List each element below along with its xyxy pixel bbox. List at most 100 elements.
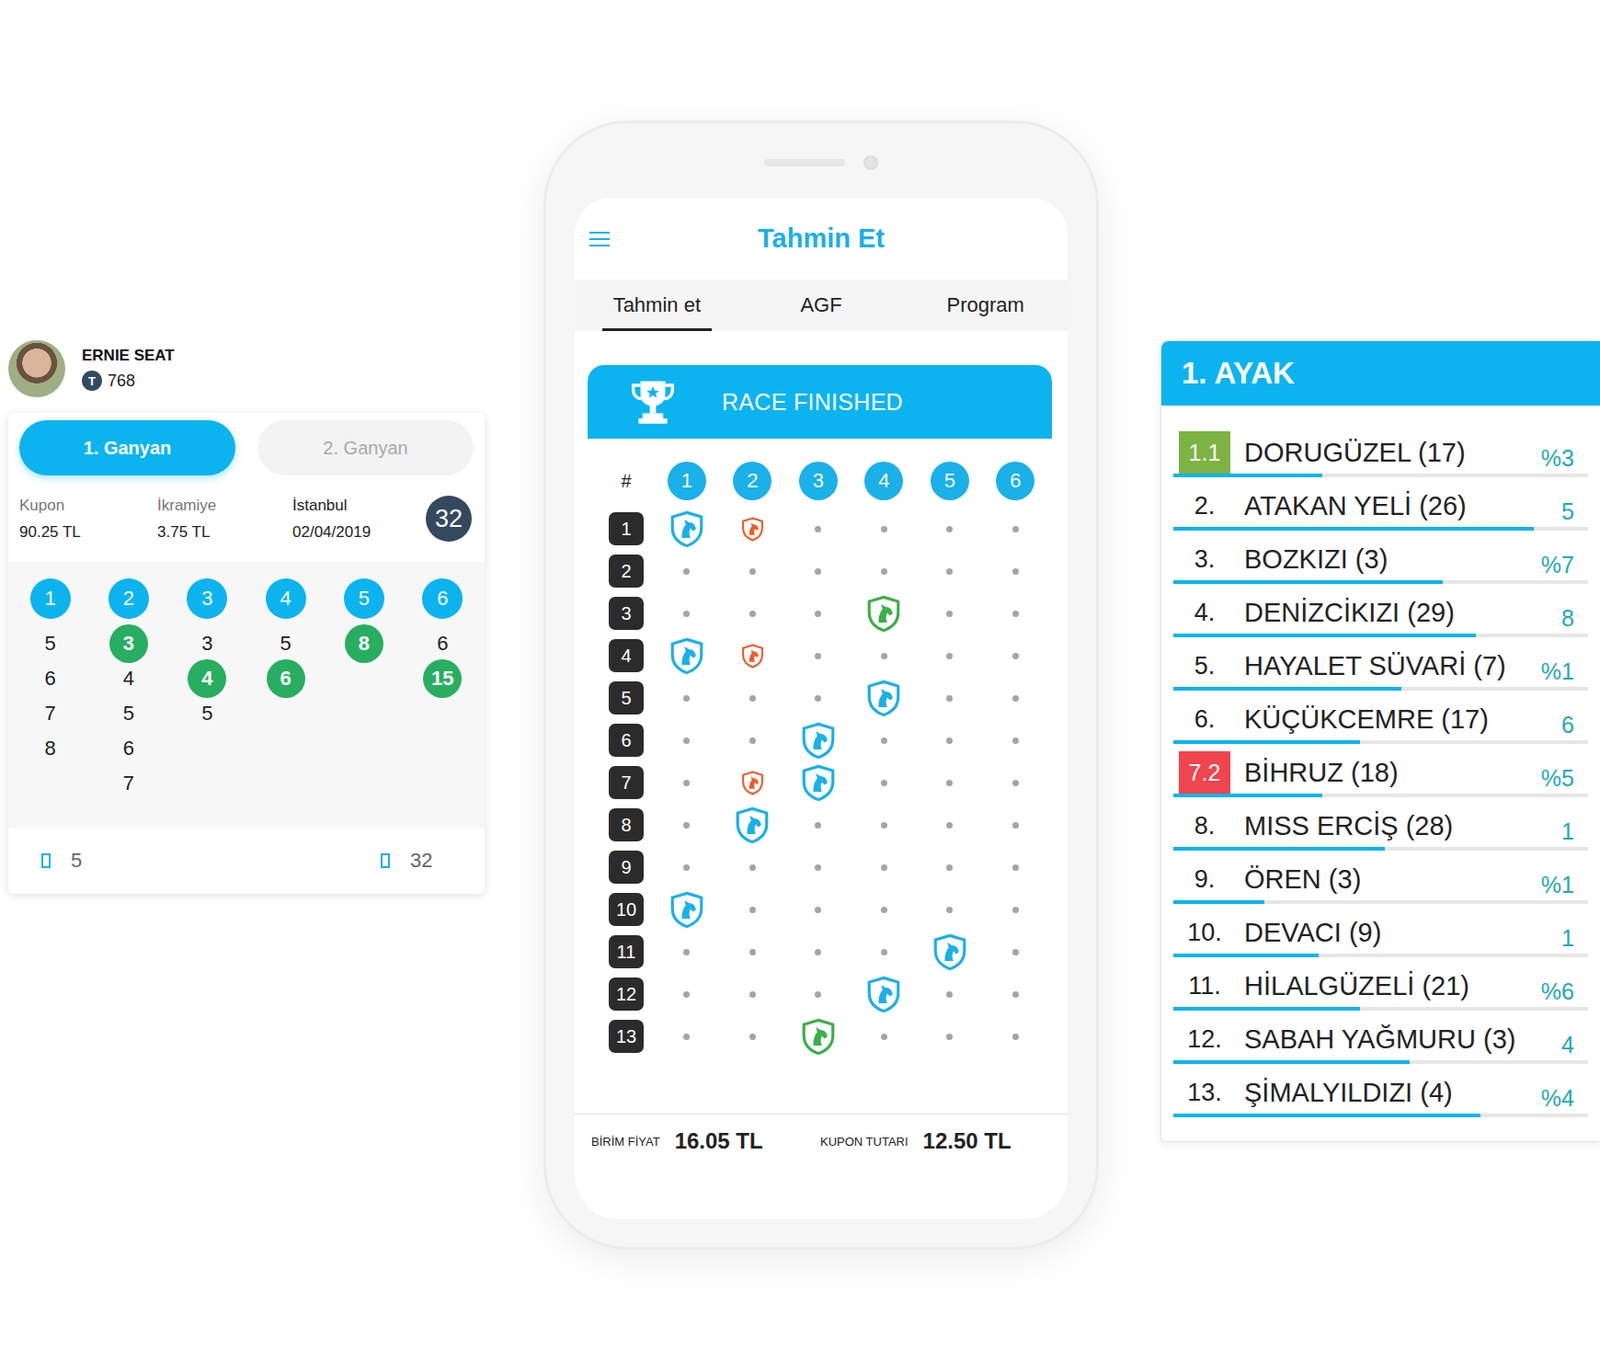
grid-cell[interactable] [785,930,852,973]
grid-cell[interactable] [785,592,852,635]
grid-cell[interactable] [720,803,787,846]
grid-cell[interactable] [982,634,1050,677]
grid-cell[interactable] [720,930,787,973]
pick[interactable]: 8 [344,626,384,662]
grid-cell[interactable] [916,549,983,593]
grid-cell[interactable] [982,719,1050,762]
pick[interactable]: 3 [109,626,149,662]
grid-cell[interactable] [851,592,918,635]
grid-cell[interactable] [916,761,983,804]
grid-cell[interactable] [916,845,983,889]
grid-cell[interactable] [916,719,983,762]
grid-cell[interactable] [653,507,720,550]
horse-row[interactable]: 5.HAYALET SÜVARİ (7)%1 [1173,639,1589,693]
grid-cell[interactable] [982,507,1050,550]
grid-cell[interactable] [851,719,918,762]
grid-cell[interactable] [653,1015,720,1058]
grid-cell[interactable] [785,549,852,593]
horse-row[interactable]: 2.ATAKAN YELİ (26)5 [1173,479,1589,533]
grid-cell[interactable] [720,845,787,889]
horse-row[interactable]: 12.SABAH YAĞMURU (3)4 [1173,1012,1589,1066]
horse-row[interactable]: 8.MISS ERCİŞ (28)1 [1173,799,1589,853]
grid-cell[interactable] [851,803,918,846]
grid-cell[interactable] [851,761,918,804]
pick[interactable]: 15 [422,661,462,697]
pick[interactable]: 7 [45,696,57,732]
grid-cell[interactable] [851,507,918,550]
app-tab[interactable]: Tahmin et [574,279,740,332]
grid-cell[interactable] [785,507,852,550]
ganyan-tab[interactable]: 1. Ganyan [19,420,236,476]
pick[interactable]: 5 [280,626,292,662]
pick[interactable]: 6 [266,661,306,697]
grid-cell[interactable] [982,845,1050,889]
pick[interactable]: 4 [123,661,135,697]
grid-cell[interactable] [982,888,1050,931]
grid-cell[interactable] [785,845,852,889]
grid-cell[interactable] [785,719,852,762]
grid-cell[interactable] [653,803,720,846]
grid-cell[interactable] [720,972,787,1016]
pick[interactable]: 6 [436,626,448,662]
horse-row[interactable]: 9.ÖREN (3)%1 [1173,852,1589,906]
grid-cell[interactable] [785,803,852,846]
grid-cell[interactable] [720,888,787,931]
grid-cell[interactable] [653,761,720,804]
grid-cell[interactable] [720,507,787,550]
grid-cell[interactable] [916,592,983,635]
grid-cell[interactable] [653,930,720,973]
grid-cell[interactable] [916,634,983,677]
grid-cell[interactable] [851,845,918,889]
grid-cell[interactable] [851,676,918,720]
horse-row[interactable]: 6.KÜÇÜKCEMRE (17)6 [1173,692,1589,746]
grid-cell[interactable] [982,592,1050,635]
grid-cell[interactable] [851,1015,918,1058]
pick[interactable]: 4 [187,661,227,697]
grid-cell[interactable] [653,634,720,677]
grid-cell[interactable] [982,1015,1050,1058]
app-tab[interactable]: Program [902,279,1068,332]
pick[interactable]: 3 [201,626,213,662]
grid-cell[interactable] [653,676,720,720]
grid-cell[interactable] [916,507,983,550]
grid-cell[interactable] [785,761,852,804]
grid-cell[interactable] [720,676,787,720]
grid-cell[interactable] [653,972,720,1016]
horse-row[interactable]: 1.1DORUGÜZEL (17)%3 [1173,425,1589,480]
horse-row[interactable]: 7.2BİHRUZ (18)%5 [1173,745,1589,800]
grid-cell[interactable] [982,761,1050,804]
grid-cell[interactable] [851,972,918,1016]
grid-cell[interactable] [785,888,852,931]
horse-row[interactable]: 11.HİLALGÜZELİ (21)%6 [1173,959,1589,1013]
horse-row[interactable]: 13.ŞİMALYILDIZI (4)%4 [1173,1065,1589,1120]
pick[interactable]: 7 [123,765,135,801]
grid-cell[interactable] [653,888,720,931]
grid-cell[interactable] [851,930,918,973]
menu-icon[interactable] [589,229,612,249]
pick[interactable]: 8 [45,731,57,766]
grid-cell[interactable] [916,972,983,1016]
grid-cell[interactable] [785,676,852,720]
grid-cell[interactable] [982,930,1050,973]
grid-cell[interactable] [785,634,852,677]
grid-cell[interactable] [916,930,983,973]
grid-cell[interactable] [720,761,787,804]
grid-cell[interactable] [851,888,918,931]
horse-row[interactable]: 3.BOZKIZI (3)%7 [1173,532,1589,586]
grid-cell[interactable] [653,549,720,593]
grid-cell[interactable] [720,549,787,593]
pick[interactable]: 6 [45,661,57,697]
grid-cell[interactable] [720,634,787,677]
grid-cell[interactable] [916,803,983,846]
grid-cell[interactable] [720,1015,787,1058]
pick[interactable]: 5 [45,626,57,662]
horse-row[interactable]: 4.DENİZCİKIZI (29)8 [1173,585,1589,640]
ganyan-tab[interactable]: 2. Ganyan [257,420,474,476]
grid-cell[interactable] [916,676,983,720]
grid-cell[interactable] [851,634,918,677]
pick[interactable]: 5 [123,696,135,732]
pick[interactable]: 5 [201,696,213,732]
grid-cell[interactable] [982,549,1050,593]
grid-cell[interactable] [982,676,1050,720]
grid-cell[interactable] [916,1015,983,1058]
